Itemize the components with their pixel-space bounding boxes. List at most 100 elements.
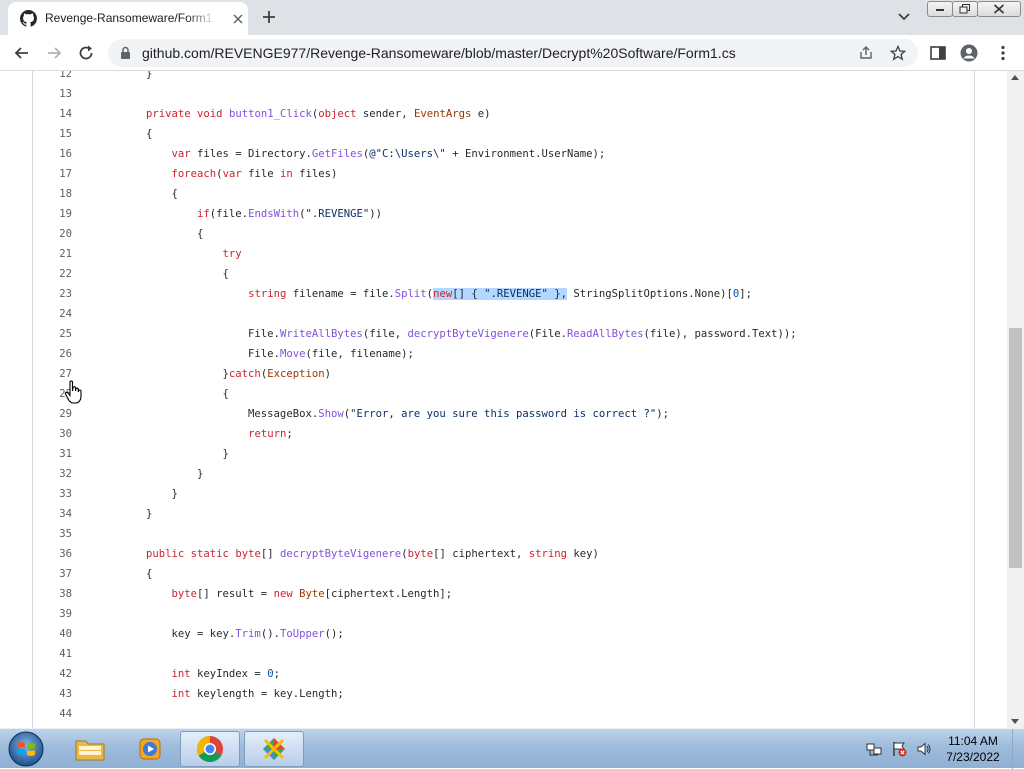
- line-code: private void button1_Click(object sender…: [146, 108, 491, 120]
- code-line: 23 string filename = file.Split(new[] { …: [0, 284, 1007, 304]
- line-number[interactable]: 15: [40, 124, 72, 144]
- line-code: try: [222, 248, 242, 260]
- line-code: public static byte[] decryptByteVigenere…: [146, 548, 599, 560]
- profile-avatar-icon[interactable]: [960, 44, 978, 62]
- line-code: var files = Directory.GetFiles(@"C:\User…: [171, 148, 606, 160]
- media-player-icon: [139, 738, 161, 760]
- line-code: byte[] result = new Byte[ciphertext.Leng…: [171, 588, 453, 600]
- line-code: {: [146, 388, 229, 400]
- line-number[interactable]: 29: [40, 404, 72, 424]
- line-number[interactable]: 20: [40, 224, 72, 244]
- line-number[interactable]: 21: [40, 244, 72, 264]
- browser-tab[interactable]: Revenge-Ransomeware/Form1.cs: [8, 2, 248, 35]
- action-center-flag-icon[interactable]: [891, 741, 907, 757]
- taskbar-chrome[interactable]: [180, 731, 240, 767]
- line-number[interactable]: 42: [40, 664, 72, 684]
- line-code: }: [146, 448, 229, 460]
- line-code: File.WriteAllBytes(file, decryptByteVige…: [146, 328, 797, 340]
- line-code: {: [146, 268, 229, 280]
- line-number[interactable]: 41: [40, 644, 72, 664]
- taskbar-media-player[interactable]: [120, 731, 180, 767]
- line-code: }: [146, 488, 178, 500]
- line-number[interactable]: 34: [40, 504, 72, 524]
- line-number[interactable]: 13: [40, 84, 72, 104]
- tab-strip: Revenge-Ransomeware/Form1.cs: [0, 0, 1024, 35]
- line-number[interactable]: 24: [40, 304, 72, 324]
- close-tab-icon[interactable]: [230, 11, 246, 27]
- line-number[interactable]: 35: [40, 524, 72, 544]
- line-number[interactable]: 30: [40, 424, 72, 444]
- line-code: {: [146, 568, 153, 580]
- taskbar-color-app[interactable]: [244, 731, 304, 767]
- line-number[interactable]: 43: [40, 684, 72, 704]
- line-number[interactable]: 19: [40, 204, 72, 224]
- minimize-icon: [936, 9, 944, 11]
- code-line: 28 {: [0, 384, 1007, 404]
- code-line: 42 int keyIndex = 0;: [0, 664, 1007, 684]
- page-content: 12} 13 14 private void button1_Click(object…: [0, 71, 1007, 728]
- line-number[interactable]: 16: [40, 144, 72, 164]
- code-line: 40 key = key.Trim().ToUpper();: [0, 624, 1007, 644]
- line-number[interactable]: 22: [40, 264, 72, 284]
- line-number[interactable]: 18: [40, 184, 72, 204]
- line-number[interactable]: 23: [40, 284, 72, 304]
- vertical-scrollbar[interactable]: [1007, 71, 1024, 728]
- clock-date: 7/23/2022: [946, 750, 1000, 764]
- line-number[interactable]: 38: [40, 584, 72, 604]
- browser-toolbar: github.com/REVENGE977/Revenge-Ransomewar…: [0, 35, 1024, 71]
- menu-dots-icon[interactable]: [994, 44, 1012, 62]
- line-number[interactable]: 40: [40, 624, 72, 644]
- code-line: 14 private void button1_Click(object send…: [0, 104, 1007, 124]
- volume-icon[interactable]: [916, 741, 932, 757]
- line-number[interactable]: 14: [40, 104, 72, 124]
- new-tab-icon[interactable]: [260, 8, 278, 26]
- lock-icon[interactable]: [120, 46, 131, 60]
- windows-start-icon[interactable]: [6, 730, 46, 768]
- forward-icon[interactable]: [44, 43, 64, 63]
- chevron-down-icon[interactable]: [896, 10, 912, 24]
- line-number[interactable]: 37: [40, 564, 72, 584]
- line-number[interactable]: 33: [40, 484, 72, 504]
- close-window-button[interactable]: [977, 1, 1021, 17]
- code-line: 38 byte[] result = new Byte[ciphertext.L…: [0, 584, 1007, 604]
- line-code: }: [146, 71, 153, 80]
- clock-time: 11:04 AM: [948, 734, 998, 748]
- line-number[interactable]: 17: [40, 164, 72, 184]
- bookmark-star-icon[interactable]: [890, 45, 906, 61]
- line-number[interactable]: 31: [40, 444, 72, 464]
- line-number[interactable]: 39: [40, 604, 72, 624]
- scrollbar-thumb[interactable]: [1009, 328, 1022, 568]
- line-code: File.Move(file, filename);: [146, 348, 414, 360]
- taskbar-file-explorer[interactable]: [60, 731, 120, 767]
- reload-icon[interactable]: [76, 43, 96, 63]
- code-line: 34}: [0, 504, 1007, 524]
- code-line: 35: [0, 524, 1007, 544]
- code-line: 30 return;: [0, 424, 1007, 444]
- line-number[interactable]: 44: [40, 704, 72, 724]
- close-icon: [993, 4, 1005, 14]
- line-number[interactable]: 25: [40, 324, 72, 344]
- back-icon[interactable]: [12, 43, 32, 63]
- code-line: 17 foreach(var file in files): [0, 164, 1007, 184]
- scroll-down-arrow-icon[interactable]: [1011, 719, 1019, 724]
- address-bar[interactable]: github.com/REVENGE977/Revenge-Ransomewar…: [108, 39, 918, 67]
- code-line: 39: [0, 604, 1007, 624]
- restore-button[interactable]: [952, 1, 978, 17]
- system-clock[interactable]: 11:04 AM 7/23/2022: [938, 733, 1008, 765]
- code-line: 36 public static byte[] decryptByteVigene…: [0, 544, 1007, 564]
- code-line: 44: [0, 704, 1007, 724]
- line-number[interactable]: 36: [40, 544, 72, 564]
- line-number[interactable]: 32: [40, 464, 72, 484]
- show-desktop-button[interactable]: [1012, 729, 1024, 769]
- minimize-button[interactable]: [927, 1, 953, 17]
- share-icon[interactable]: [858, 45, 874, 61]
- side-panel-icon[interactable]: [929, 44, 947, 62]
- hand-cursor-icon: [64, 380, 82, 404]
- line-code: }catch(Exception): [146, 368, 331, 380]
- line-number[interactable]: 12: [40, 71, 72, 84]
- code-line: 29 MessageBox.Show("Error, are you sure …: [0, 404, 1007, 424]
- network-icon[interactable]: [866, 741, 882, 757]
- scroll-up-arrow-icon[interactable]: [1011, 75, 1019, 80]
- line-number[interactable]: 26: [40, 344, 72, 364]
- line-code: {: [146, 228, 204, 240]
